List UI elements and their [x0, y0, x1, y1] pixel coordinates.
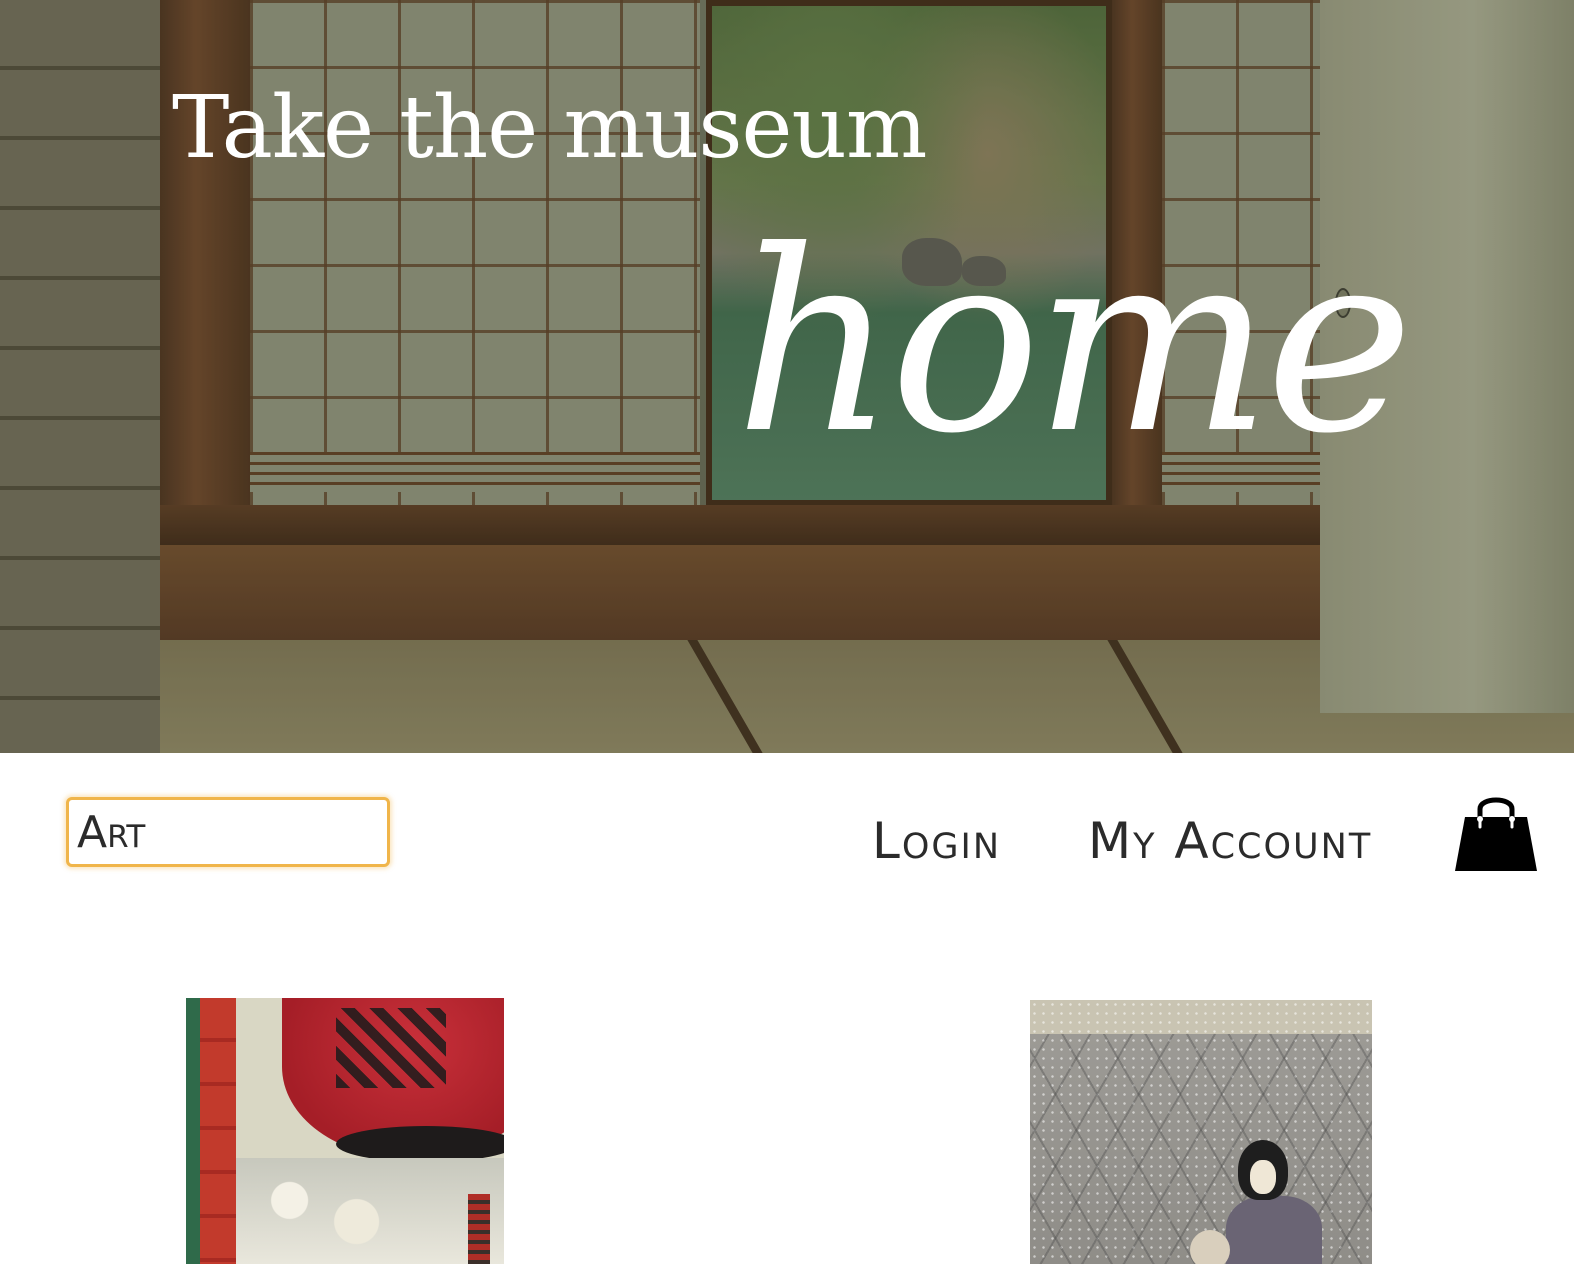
product-image-snow-figure-print[interactable] [1030, 1000, 1372, 1264]
product-image-lantern-print[interactable] [186, 998, 504, 1264]
print-green-border [186, 998, 200, 1264]
print-pagoda [468, 1194, 490, 1264]
my-account-link[interactable]: My Account [1088, 812, 1372, 870]
print-lantern-glyph [336, 1008, 446, 1088]
print-child-figure [1190, 1230, 1230, 1264]
login-link[interactable]: Login [872, 812, 1001, 870]
print-snow-scene [236, 1158, 504, 1264]
shopping-bag-icon[interactable] [1453, 789, 1539, 875]
hero-banner: Take the museum home [0, 0, 1574, 753]
hero-title-script: home [735, 197, 1414, 488]
hero-title: Take the museum [172, 78, 927, 178]
search-input[interactable] [66, 797, 390, 867]
print-lantern-band [336, 1126, 504, 1162]
page: Take the museum home Login My Account [0, 0, 1574, 1264]
print-figure-body [1226, 1196, 1322, 1264]
print-figure-face [1250, 1160, 1276, 1194]
